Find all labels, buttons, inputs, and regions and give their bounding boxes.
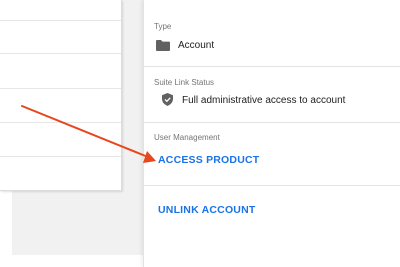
type-label: Type [154, 22, 172, 31]
suite-link-status-label: Suite Link Status [154, 78, 215, 87]
unlink-section: UNLINK ACCOUNT [144, 186, 400, 267]
shield-icon [162, 93, 173, 106]
folder-icon [156, 40, 170, 51]
suite-link-status-section: Suite Link Status Full administrative ac… [144, 67, 400, 123]
unlink-account-button[interactable]: UNLINK ACCOUNT [158, 204, 256, 216]
screen: Type Account Suite Link Status Full admi… [0, 0, 400, 267]
left-list-card [0, 0, 122, 191]
list-divider [0, 122, 121, 123]
type-value: Account [178, 40, 215, 51]
suite-link-status-value: Full administrative access to account [182, 95, 346, 106]
list-divider [0, 53, 121, 54]
details-panel: Type Account Suite Link Status Full admi… [143, 0, 400, 267]
list-divider [0, 20, 121, 21]
list-divider [0, 156, 121, 157]
user-management-section: User Management ACCESS PRODUCT [144, 123, 400, 186]
list-divider [0, 88, 121, 89]
type-section: Type Account [144, 0, 400, 67]
user-management-label: User Management [154, 133, 220, 142]
access-product-button[interactable]: ACCESS PRODUCT [158, 154, 259, 166]
